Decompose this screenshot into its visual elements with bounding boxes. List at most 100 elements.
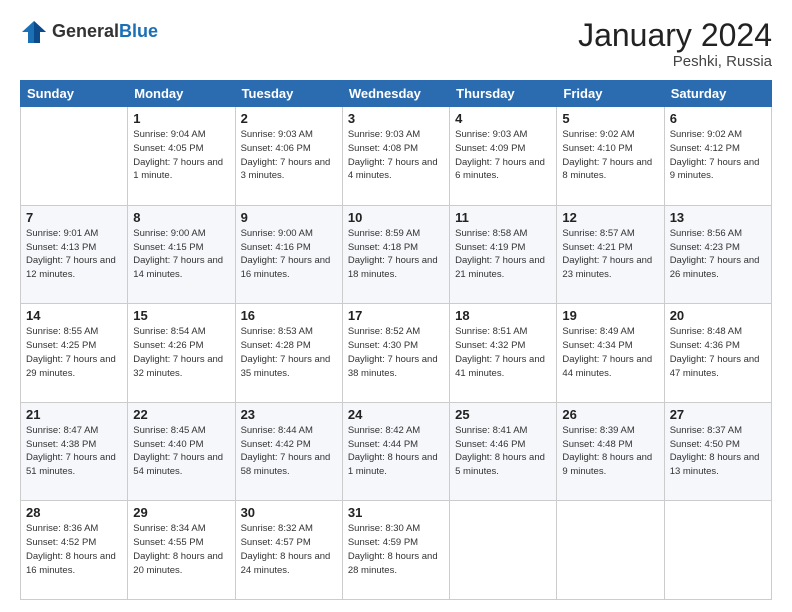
table-row: 9 Sunrise: 9:00 AMSunset: 4:16 PMDaylight… <box>235 205 342 304</box>
logo-general: General <box>52 21 119 41</box>
day-detail: Sunrise: 8:39 AMSunset: 4:48 PMDaylight:… <box>562 424 658 479</box>
table-row: 6 Sunrise: 9:02 AMSunset: 4:12 PMDaylight… <box>664 107 771 206</box>
day-number: 25 <box>455 407 551 422</box>
day-number: 7 <box>26 210 122 225</box>
logo-blue: Blue <box>119 21 158 41</box>
table-row <box>21 107 128 206</box>
table-row: 5 Sunrise: 9:02 AMSunset: 4:10 PMDaylight… <box>557 107 664 206</box>
header: GeneralBlue January 2024 Peshki, Russia <box>20 18 772 70</box>
day-number: 28 <box>26 505 122 520</box>
calendar-row: 21Sunrise: 8:47 AMSunset: 4:38 PMDayligh… <box>21 402 772 501</box>
table-row: 1 Sunrise: 9:04 AMSunset: 4:05 PMDaylight… <box>128 107 235 206</box>
table-row: 11 Sunrise: 8:58 AMSunset: 4:19 PMDayligh… <box>450 205 557 304</box>
table-row: 28Sunrise: 8:36 AMSunset: 4:52 PMDayligh… <box>21 501 128 600</box>
calendar-row: 1 Sunrise: 9:04 AMSunset: 4:05 PMDaylight… <box>21 107 772 206</box>
table-row: 31 Sunrise: 8:30 AMSunset: 4:59 PMDayligh… <box>342 501 449 600</box>
col-wednesday: Wednesday <box>342 81 449 107</box>
day-number: 29 <box>133 505 229 520</box>
col-monday: Monday <box>128 81 235 107</box>
day-detail: Sunrise: 8:49 AMSunset: 4:34 PMDaylight:… <box>562 325 658 380</box>
table-row: 15 Sunrise: 8:54 AMSunset: 4:26 PMDayligh… <box>128 304 235 403</box>
day-detail: Sunrise: 8:53 AMSunset: 4:28 PMDaylight:… <box>241 325 337 380</box>
table-row: 24Sunrise: 8:42 AMSunset: 4:44 PMDayligh… <box>342 402 449 501</box>
col-friday: Friday <box>557 81 664 107</box>
day-detail: Sunrise: 8:55 AMSunset: 4:25 PMDaylight:… <box>26 325 122 380</box>
day-number: 6 <box>670 111 766 126</box>
day-number: 9 <box>241 210 337 225</box>
day-detail: Sunrise: 9:00 AMSunset: 4:16 PMDaylight:… <box>241 227 337 282</box>
day-number: 31 <box>348 505 444 520</box>
logo-icon <box>20 18 48 46</box>
day-number: 27 <box>670 407 766 422</box>
day-detail: Sunrise: 8:34 AMSunset: 4:55 PMDaylight:… <box>133 522 229 577</box>
day-detail: Sunrise: 9:03 AMSunset: 4:09 PMDaylight:… <box>455 128 551 183</box>
col-tuesday: Tuesday <box>235 81 342 107</box>
day-detail: Sunrise: 8:32 AMSunset: 4:57 PMDaylight:… <box>241 522 337 577</box>
day-detail: Sunrise: 8:54 AMSunset: 4:26 PMDaylight:… <box>133 325 229 380</box>
table-row: 14 Sunrise: 8:55 AMSunset: 4:25 PMDayligh… <box>21 304 128 403</box>
table-row: 19 Sunrise: 8:49 AMSunset: 4:34 PMDayligh… <box>557 304 664 403</box>
day-number: 30 <box>241 505 337 520</box>
table-row: 8 Sunrise: 9:00 AMSunset: 4:15 PMDaylight… <box>128 205 235 304</box>
table-row: 27 Sunrise: 8:37 AMSunset: 4:50 PMDayligh… <box>664 402 771 501</box>
day-number: 10 <box>348 210 444 225</box>
table-row: 12Sunrise: 8:57 AMSunset: 4:21 PMDayligh… <box>557 205 664 304</box>
title-block: January 2024 Peshki, Russia <box>578 18 772 70</box>
day-detail: Sunrise: 8:44 AMSunset: 4:42 PMDaylight:… <box>241 424 337 479</box>
table-row: 25Sunrise: 8:41 AMSunset: 4:46 PMDayligh… <box>450 402 557 501</box>
table-row: 2Sunrise: 9:03 AMSunset: 4:06 PMDaylight… <box>235 107 342 206</box>
day-number: 16 <box>241 308 337 323</box>
day-detail: Sunrise: 8:45 AMSunset: 4:40 PMDaylight:… <box>133 424 229 479</box>
day-detail: Sunrise: 9:02 AMSunset: 4:10 PMDaylight:… <box>562 128 658 183</box>
table-row: 23Sunrise: 8:44 AMSunset: 4:42 PMDayligh… <box>235 402 342 501</box>
day-detail: Sunrise: 8:56 AMSunset: 4:23 PMDaylight:… <box>670 227 766 282</box>
calendar-page: GeneralBlue January 2024 Peshki, Russia … <box>0 0 792 612</box>
day-number: 13 <box>670 210 766 225</box>
day-detail: Sunrise: 8:30 AMSunset: 4:59 PMDaylight:… <box>348 522 444 577</box>
day-number: 5 <box>562 111 658 126</box>
table-row: 30 Sunrise: 8:32 AMSunset: 4:57 PMDayligh… <box>235 501 342 600</box>
day-detail: Sunrise: 8:59 AMSunset: 4:18 PMDaylight:… <box>348 227 444 282</box>
table-row <box>450 501 557 600</box>
logo: GeneralBlue <box>20 18 158 46</box>
calendar-row: 7Sunrise: 9:01 AMSunset: 4:13 PMDaylight… <box>21 205 772 304</box>
table-row: 20Sunrise: 8:48 AMSunset: 4:36 PMDayligh… <box>664 304 771 403</box>
table-row <box>664 501 771 600</box>
day-number: 8 <box>133 210 229 225</box>
location-subtitle: Peshki, Russia <box>578 53 772 70</box>
day-detail: Sunrise: 9:03 AMSunset: 4:06 PMDaylight:… <box>241 128 337 183</box>
day-detail: Sunrise: 9:00 AMSunset: 4:15 PMDaylight:… <box>133 227 229 282</box>
calendar-table: Sunday Monday Tuesday Wednesday Thursday… <box>20 80 772 600</box>
day-detail: Sunrise: 9:02 AMSunset: 4:12 PMDaylight:… <box>670 128 766 183</box>
col-saturday: Saturday <box>664 81 771 107</box>
table-row: 21Sunrise: 8:47 AMSunset: 4:38 PMDayligh… <box>21 402 128 501</box>
day-detail: Sunrise: 8:58 AMSunset: 4:19 PMDaylight:… <box>455 227 551 282</box>
table-row: 10 Sunrise: 8:59 AMSunset: 4:18 PMDayligh… <box>342 205 449 304</box>
col-sunday: Sunday <box>21 81 128 107</box>
day-number: 17 <box>348 308 444 323</box>
day-number: 14 <box>26 308 122 323</box>
day-detail: Sunrise: 9:03 AMSunset: 4:08 PMDaylight:… <box>348 128 444 183</box>
logo-text: GeneralBlue <box>52 22 158 42</box>
table-row: 18Sunrise: 8:51 AMSunset: 4:32 PMDayligh… <box>450 304 557 403</box>
day-number: 3 <box>348 111 444 126</box>
day-number: 11 <box>455 210 551 225</box>
day-number: 19 <box>562 308 658 323</box>
table-row: 29 Sunrise: 8:34 AMSunset: 4:55 PMDayligh… <box>128 501 235 600</box>
day-number: 15 <box>133 308 229 323</box>
table-row: 7Sunrise: 9:01 AMSunset: 4:13 PMDaylight… <box>21 205 128 304</box>
day-detail: Sunrise: 9:04 AMSunset: 4:05 PMDaylight:… <box>133 128 229 183</box>
day-detail: Sunrise: 8:37 AMSunset: 4:50 PMDaylight:… <box>670 424 766 479</box>
table-row: 16 Sunrise: 8:53 AMSunset: 4:28 PMDayligh… <box>235 304 342 403</box>
table-row: 17Sunrise: 8:52 AMSunset: 4:30 PMDayligh… <box>342 304 449 403</box>
table-row: 22 Sunrise: 8:45 AMSunset: 4:40 PMDayligh… <box>128 402 235 501</box>
table-row <box>557 501 664 600</box>
month-title: January 2024 <box>578 18 772 53</box>
day-detail: Sunrise: 8:42 AMSunset: 4:44 PMDaylight:… <box>348 424 444 479</box>
day-number: 1 <box>133 111 229 126</box>
day-number: 22 <box>133 407 229 422</box>
day-number: 21 <box>26 407 122 422</box>
day-number: 4 <box>455 111 551 126</box>
day-number: 20 <box>670 308 766 323</box>
table-row: 13 Sunrise: 8:56 AMSunset: 4:23 PMDayligh… <box>664 205 771 304</box>
